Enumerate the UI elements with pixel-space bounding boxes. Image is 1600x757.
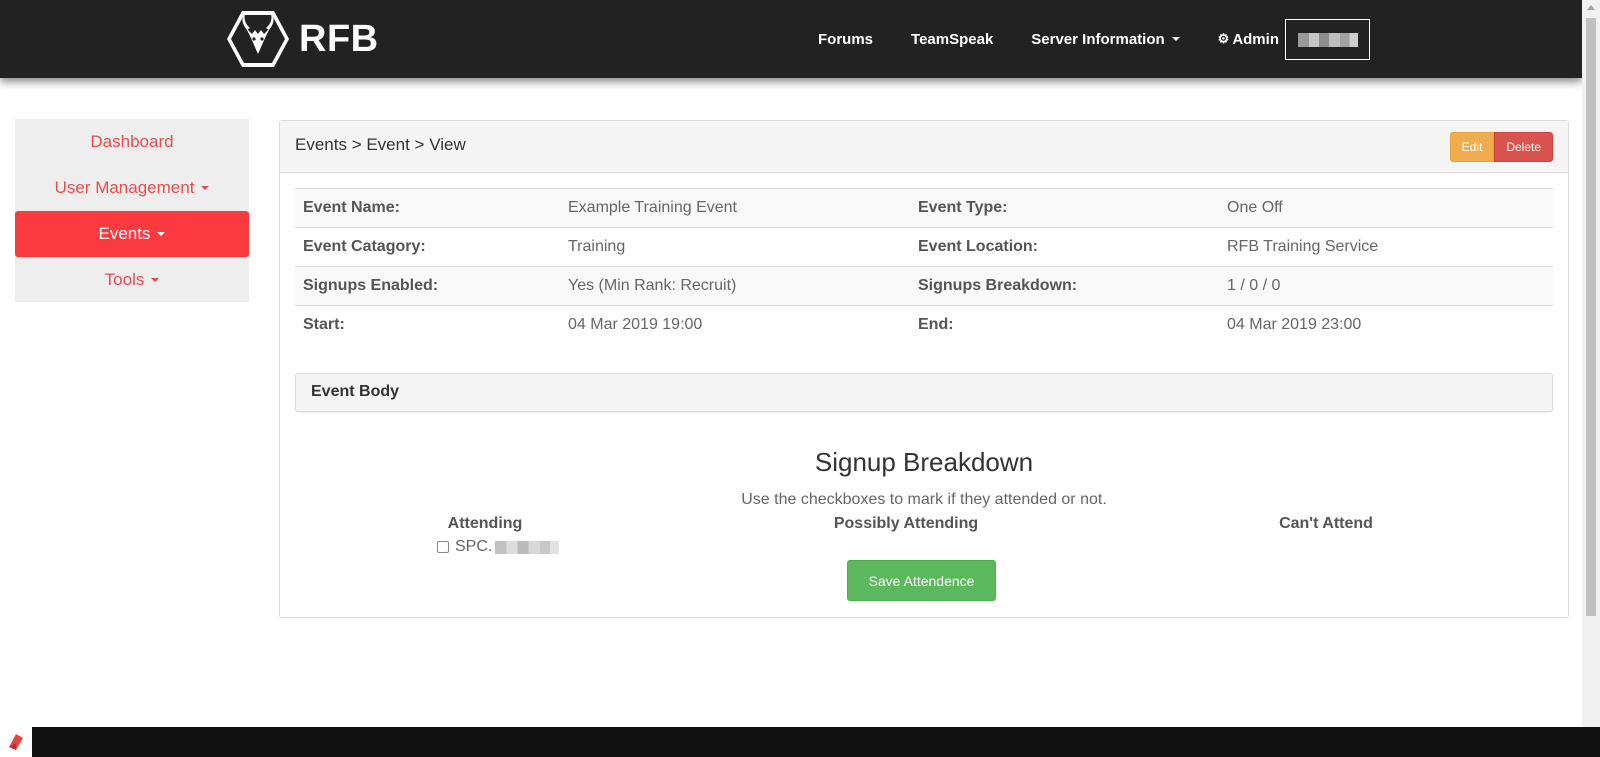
signups-breakdown-value: 1 / 0 / 0	[1219, 266, 1553, 306]
event-category-value: Training	[560, 227, 910, 267]
sidebar-item-tools[interactable]: Tools	[15, 257, 249, 303]
scroll-up-arrow-icon[interactable]	[1587, 5, 1595, 10]
redacted-attendee-name	[495, 540, 560, 554]
start-label: Start:	[295, 305, 560, 345]
caret-down-icon	[201, 186, 210, 190]
caret-down-icon	[151, 278, 160, 282]
sidebar-item-label: User Management	[54, 178, 195, 197]
event-body-heading: Event Body	[311, 383, 400, 400]
sidebar-item-user-management[interactable]: User Management	[15, 165, 249, 211]
save-attendance-button[interactable]: Save Attendence	[847, 560, 996, 601]
table-row: Start: 04 Mar 2019 19:00 End: 04 Mar 201…	[295, 305, 1553, 345]
signup-breakdown-subtitle: Use the checkboxes to mark if they atten…	[741, 491, 1107, 508]
edit-button[interactable]: Edit	[1449, 132, 1495, 162]
scrollbar-thumb[interactable]	[1586, 18, 1596, 616]
sidebar-item-dashboard[interactable]: Dashboard	[15, 119, 249, 165]
attended-checkbox[interactable]	[437, 541, 449, 553]
event-details-table: Event Name: Example Training Event Event…	[295, 188, 1553, 345]
event-name-value: Example Training Event	[560, 188, 910, 228]
gear-icon: ⚙	[1217, 31, 1230, 46]
brand[interactable]: RFB	[225, 8, 379, 70]
caret-down-icon	[157, 232, 166, 236]
signups-breakdown-label: Signups Breakdown:	[910, 266, 1219, 306]
bottom-taskbar	[0, 727, 1600, 757]
table-row: Event Catagory: Training Event Location:…	[295, 227, 1553, 267]
nav-forums[interactable]: Forums	[818, 31, 873, 48]
possibly-attending-column-heading: Possibly Attending	[833, 515, 979, 532]
event-name-label: Event Name:	[295, 188, 560, 228]
sidebar: Dashboard User Management Events Tools	[15, 119, 249, 302]
brand-name: RFB	[299, 17, 379, 60]
cant-attend-column-heading: Can't Attend	[1279, 515, 1373, 532]
vertical-scrollbar[interactable]	[1582, 0, 1600, 727]
sidebar-item-events[interactable]: Events	[15, 211, 249, 257]
user-menu-button[interactable]	[1285, 19, 1370, 60]
attending-column-heading: Attending	[447, 515, 523, 532]
list-item: SPC.	[437, 538, 560, 556]
attendee-rank: SPC.	[455, 538, 493, 555]
nav-admin-label: Admin	[1232, 30, 1279, 48]
top-navbar: RFB Forums TeamSpeak Server Information …	[0, 0, 1582, 78]
delete-button[interactable]: Delete	[1494, 132, 1553, 162]
start-value: 04 Mar 2019 19:00	[560, 305, 910, 345]
nav-links: Forums TeamSpeak Server Information ⚙ Ad…	[818, 0, 1317, 78]
nav-admin[interactable]: ⚙ Admin	[1218, 31, 1279, 48]
event-type-label: Event Type:	[910, 188, 1219, 228]
antelope-skull-logo-icon	[227, 11, 289, 67]
nav-server-information-label: Server Information	[1031, 30, 1165, 48]
action-buttons: Edit Delete	[1449, 132, 1553, 162]
sidebar-item-label: Tools	[104, 270, 145, 289]
event-body-panel[interactable]: Event Body	[295, 373, 1553, 412]
redacted-username	[1297, 32, 1358, 47]
app-icon[interactable]	[0, 727, 32, 757]
nav-teamspeak[interactable]: TeamSpeak	[911, 31, 993, 48]
signups-enabled-value: Yes (Min Rank: Recruit)	[560, 266, 910, 306]
event-location-label: Event Location:	[910, 227, 1219, 267]
sidebar-item-label: Events	[98, 224, 151, 243]
event-category-label: Event Catagory:	[295, 227, 560, 267]
app-logo-icon	[9, 734, 23, 750]
sidebar-item-label: Dashboard	[90, 132, 174, 151]
event-location-value: RFB Training Service	[1219, 227, 1553, 267]
table-row: Event Name: Example Training Event Event…	[295, 188, 1553, 228]
breadcrumb: Events > Event > View	[295, 135, 466, 154]
end-value: 04 Mar 2019 23:00	[1219, 305, 1553, 345]
panel-heading: Events > Event > View Edit Delete	[280, 121, 1568, 173]
signups-enabled-label: Signups Enabled:	[295, 266, 560, 306]
nav-server-information[interactable]: Server Information	[1031, 30, 1180, 48]
event-view-panel: Events > Event > View Edit Delete Event …	[279, 120, 1569, 618]
table-row: Signups Enabled: Yes (Min Rank: Recruit)…	[295, 266, 1553, 306]
caret-down-icon	[1171, 37, 1180, 41]
signup-breakdown-title: Signup Breakdown	[814, 447, 1034, 477]
end-label: End:	[910, 305, 1219, 345]
event-type-value: One Off	[1219, 188, 1553, 228]
